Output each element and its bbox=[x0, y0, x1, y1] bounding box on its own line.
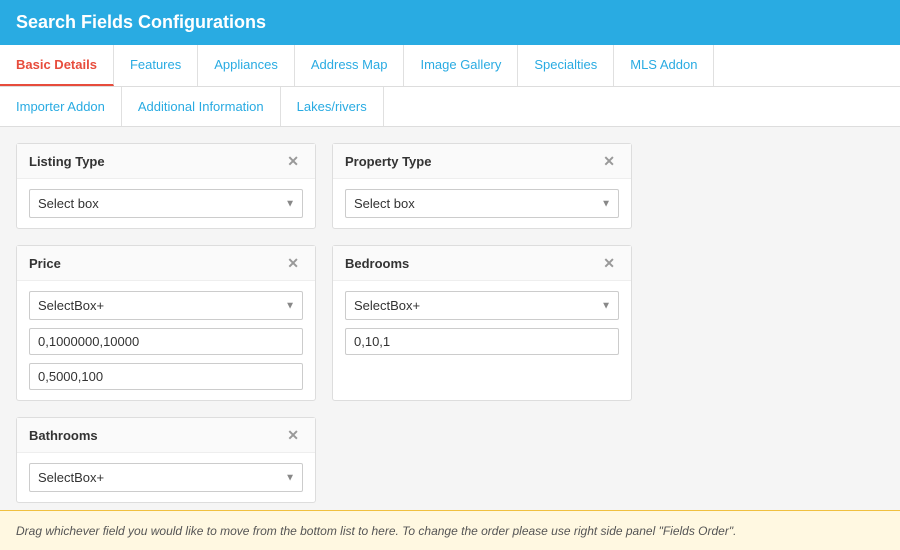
select-wrapper-bedrooms: SelectBox+Select boxCheckboxRadio bbox=[345, 291, 619, 320]
field-body-bedrooms: SelectBox+Select boxCheckboxRadio bbox=[333, 281, 631, 365]
field-card-header-property-type: Property Type ✕ bbox=[333, 144, 631, 179]
field-body-price: SelectBox+Select boxCheckboxRadio bbox=[17, 281, 315, 400]
field-card-header-bedrooms: Bedrooms ✕ bbox=[333, 246, 631, 281]
field-card-price: Price ✕ SelectBox+Select boxCheckboxRadio bbox=[16, 245, 316, 401]
field-card-header-bathrooms: Bathrooms ✕ bbox=[17, 418, 315, 453]
select-bedrooms[interactable]: SelectBox+Select boxCheckboxRadio bbox=[345, 291, 619, 320]
close-button-price[interactable]: ✕ bbox=[283, 254, 303, 272]
select-price[interactable]: SelectBox+Select boxCheckboxRadio bbox=[29, 291, 303, 320]
main-content: Listing Type ✕ Select boxCheckboxRadioText… bbox=[0, 127, 900, 517]
field-body-property-type: Select boxCheckboxRadioText Input bbox=[333, 179, 631, 228]
tab-row-1: Basic DetailsFeaturesAppliancesAddress M… bbox=[0, 45, 900, 87]
field-card-bathrooms: Bathrooms ✕ SelectBox+Select boxCheckboxRa… bbox=[16, 417, 316, 503]
text-input-bedrooms-0[interactable] bbox=[345, 328, 619, 355]
select-wrapper-bathrooms: SelectBox+Select boxCheckboxRadio bbox=[29, 463, 303, 492]
page-header: Search Fields Configurations bbox=[0, 0, 900, 45]
select-wrapper-listing-type: Select boxCheckboxRadioText Input bbox=[29, 189, 303, 218]
select-wrapper-property-type: Select boxCheckboxRadioText Input bbox=[345, 189, 619, 218]
field-card-bedrooms: Bedrooms ✕ SelectBox+Select boxCheckboxRad… bbox=[332, 245, 632, 401]
tab-features[interactable]: Features bbox=[114, 45, 198, 86]
select-wrapper-price: SelectBox+Select boxCheckboxRadio bbox=[29, 291, 303, 320]
field-title-price: Price bbox=[29, 256, 61, 271]
close-button-listing-type[interactable]: ✕ bbox=[283, 152, 303, 170]
field-title-property-type: Property Type bbox=[345, 154, 431, 169]
select-listing-type[interactable]: Select boxCheckboxRadioText Input bbox=[29, 189, 303, 218]
field-card-property-type: Property Type ✕ Select boxCheckboxRadioTex… bbox=[332, 143, 632, 229]
field-title-bedrooms: Bedrooms bbox=[345, 256, 409, 271]
close-button-property-type[interactable]: ✕ bbox=[599, 152, 619, 170]
bottom-hint: Drag whichever field you would like to m… bbox=[0, 510, 900, 550]
tab-mls-addon[interactable]: MLS Addon bbox=[614, 45, 714, 86]
tab-address-map[interactable]: Address Map bbox=[295, 45, 405, 86]
text-input-price-1[interactable] bbox=[29, 363, 303, 390]
field-body-listing-type: Select boxCheckboxRadioText Input bbox=[17, 179, 315, 228]
field-title-bathrooms: Bathrooms bbox=[29, 428, 98, 443]
text-input-price-0[interactable] bbox=[29, 328, 303, 355]
tab-specialties[interactable]: Specialties bbox=[518, 45, 614, 86]
field-card-listing-type: Listing Type ✕ Select boxCheckboxRadioText… bbox=[16, 143, 316, 229]
tab-importer-addon[interactable]: Importer Addon bbox=[0, 87, 122, 126]
tab-basic-details[interactable]: Basic Details bbox=[0, 45, 114, 86]
close-button-bedrooms[interactable]: ✕ bbox=[599, 254, 619, 272]
page-title: Search Fields Configurations bbox=[16, 12, 266, 32]
tab-additional-information[interactable]: Additional Information bbox=[122, 87, 281, 126]
tab-image-gallery[interactable]: Image Gallery bbox=[404, 45, 518, 86]
field-card-header-price: Price ✕ bbox=[17, 246, 315, 281]
select-bathrooms[interactable]: SelectBox+Select boxCheckboxRadio bbox=[29, 463, 303, 492]
close-button-bathrooms[interactable]: ✕ bbox=[283, 426, 303, 444]
field-card-header-listing-type: Listing Type ✕ bbox=[17, 144, 315, 179]
field-title-listing-type: Listing Type bbox=[29, 154, 105, 169]
tab-row-2: Importer AddonAdditional InformationLake… bbox=[0, 87, 900, 127]
bottom-hint-text: Drag whichever field you would like to m… bbox=[16, 524, 736, 538]
select-property-type[interactable]: Select boxCheckboxRadioText Input bbox=[345, 189, 619, 218]
tab-appliances[interactable]: Appliances bbox=[198, 45, 295, 86]
tab-lakes-rivers[interactable]: Lakes/rivers bbox=[281, 87, 384, 126]
field-body-bathrooms: SelectBox+Select boxCheckboxRadio bbox=[17, 453, 315, 502]
